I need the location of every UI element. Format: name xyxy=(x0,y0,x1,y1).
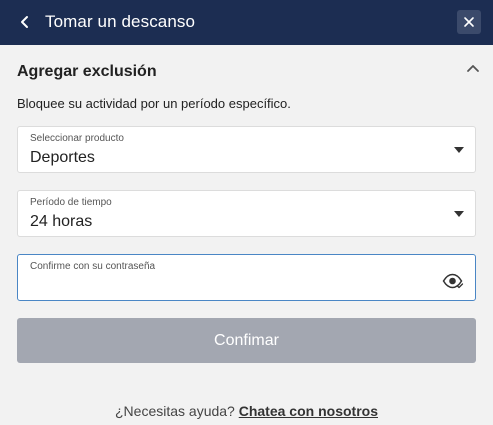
page-title: Tomar un descanso xyxy=(45,12,196,31)
chevron-up-icon xyxy=(467,65,479,72)
product-select-label: Seleccionar producto xyxy=(30,133,124,144)
confirm-button[interactable]: Confimar xyxy=(17,318,476,363)
password-field-label: Confirme con su contraseña xyxy=(30,261,156,272)
section-description: Bloquee su actividad por un período espe… xyxy=(17,96,291,111)
caret-down-icon xyxy=(454,211,464,217)
chat-link[interactable]: Chatea con nosotros xyxy=(239,403,378,419)
close-button[interactable] xyxy=(457,10,481,34)
password-visibility-toggle[interactable] xyxy=(442,273,464,289)
product-select[interactable]: Seleccionar producto Deportes xyxy=(17,126,476,173)
product-select-value: Deportes xyxy=(30,149,95,166)
close-icon xyxy=(464,17,474,27)
caret-down-icon xyxy=(454,147,464,153)
password-input[interactable] xyxy=(30,277,430,295)
back-button[interactable] xyxy=(14,11,36,33)
help-text: ¿Necesitas ayuda? xyxy=(115,403,235,419)
help-footer: ¿Necesitas ayuda? Chatea con nosotros xyxy=(0,403,493,419)
period-select-value: 24 horas xyxy=(30,213,93,230)
collapse-button[interactable] xyxy=(464,60,482,76)
period-select-label: Período de tiempo xyxy=(30,197,112,208)
eye-icon xyxy=(442,273,464,289)
period-select[interactable]: Período de tiempo 24 horas xyxy=(17,190,476,237)
chevron-left-icon xyxy=(21,16,28,28)
password-field[interactable]: Confirme con su contraseña xyxy=(17,254,476,301)
section-title: Agregar exclusión xyxy=(17,63,157,80)
header-bar: Tomar un descanso xyxy=(0,0,493,45)
